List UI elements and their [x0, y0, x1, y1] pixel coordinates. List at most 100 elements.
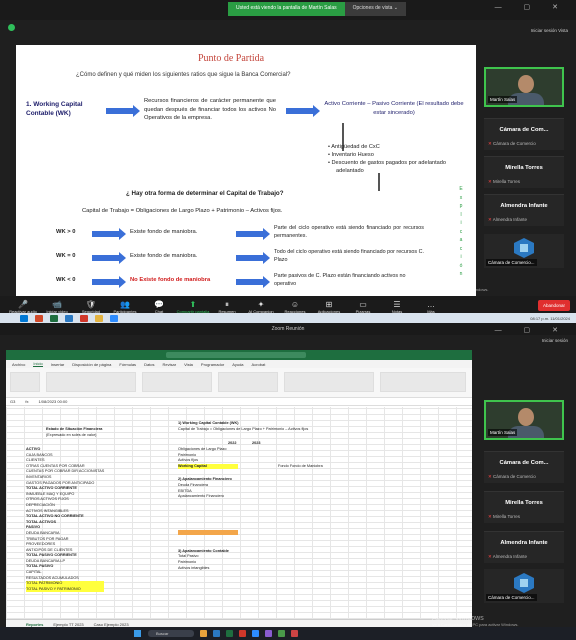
- participant-sub: Almendra Infante: [488, 554, 527, 560]
- ribbon-group[interactable]: [380, 372, 466, 392]
- menu-item[interactable]: Fórmulas: [119, 362, 136, 367]
- security-button[interactable]: 🛡 Seguridad: [74, 300, 108, 314]
- start-video-button[interactable]: 📹 Iniciar video: [40, 300, 74, 314]
- formula-value[interactable]: 1/08/2023 00:00: [38, 399, 67, 404]
- video-tile[interactable]: Martín Salas: [484, 67, 564, 107]
- vertical-caption: Explicación: [459, 186, 463, 277]
- menu-item[interactable]: Revisar: [163, 362, 177, 367]
- window-controls[interactable]: — ▢ ✕: [495, 3, 568, 11]
- title-bar: Usted está viendo la pantalla de Martín …: [0, 0, 576, 20]
- top-links[interactable]: Iniciar sesión: [542, 338, 568, 343]
- top-links[interactable]: Iniciar sesión Vista: [531, 28, 568, 33]
- arrow-icon: [92, 228, 126, 240]
- person-head: [518, 75, 534, 93]
- excel-icon[interactable]: [226, 630, 233, 637]
- zoom-icon[interactable]: [110, 314, 118, 322]
- pause-icon: ⏸: [225, 299, 229, 309]
- more-button[interactable]: … Más: [414, 300, 448, 314]
- participant-sub: Mirella Torres: [488, 514, 520, 520]
- whiteboards-button[interactable]: ▭ Pizarras: [346, 300, 380, 314]
- wk-row-label: WK < 0: [56, 277, 76, 283]
- ribbon-group[interactable]: [218, 372, 278, 392]
- windows-taskbar: 08:17 p.m. 11/01/2024: [0, 313, 576, 323]
- spreadsheet-grid[interactable]: Estado de Situación Financiera (Expresad…: [6, 407, 472, 619]
- edge-icon[interactable]: [213, 630, 220, 637]
- participant-tile[interactable]: Almendra Infante Almendra Infante: [484, 194, 564, 226]
- share-screen-button[interactable]: ⬆ Compartir pantalla: [176, 300, 210, 314]
- ribbon-group[interactable]: [46, 372, 136, 392]
- close-icon[interactable]: ✕: [552, 327, 568, 334]
- chamber-logo-icon: [514, 573, 534, 593]
- menu-item[interactable]: Datos: [144, 362, 154, 367]
- windows-start-icon[interactable]: [20, 314, 28, 322]
- menu-item[interactable]: Programador: [201, 362, 224, 367]
- shield-icon[interactable]: [8, 24, 15, 31]
- word-icon[interactable]: [65, 314, 73, 322]
- share-icon: ⬆: [189, 299, 197, 309]
- arrow-icon: [92, 252, 126, 264]
- participant-tile[interactable]: Cámara de Com... Cámara de Comercio: [484, 451, 564, 483]
- unmute-button[interactable]: 🎤 Reactivar audio: [6, 300, 40, 314]
- windows-start-icon[interactable]: [134, 630, 141, 637]
- slide-question: ¿Cómo definen y qué miden los siguientes…: [76, 72, 291, 78]
- sheet-tab[interactable]: Ejemplo TT 2023: [53, 622, 83, 627]
- menu-item[interactable]: Archivo: [12, 362, 25, 367]
- app-icon[interactable]: [278, 630, 285, 637]
- participant-name: Cámara de Com...: [499, 460, 549, 466]
- view-options-button[interactable]: Opciones de vista ⌄: [344, 2, 406, 16]
- participants-button[interactable]: 👥 Participantes: [108, 300, 142, 314]
- excel-menu: Archivo Inicio Insertar Disposición de p…: [6, 360, 472, 368]
- app-icon[interactable]: [291, 630, 298, 637]
- window-controls[interactable]: — ▢ ✕: [495, 326, 568, 334]
- ratio-labels: Obligaciones de Largo Plazo Patrimonio A…: [178, 447, 238, 571]
- menu-item[interactable]: Disposición de página: [72, 362, 111, 367]
- ribbon-group[interactable]: [284, 372, 374, 392]
- menu-item[interactable]: Inicio: [33, 361, 43, 367]
- logo-tile[interactable]: Cámara de Comercio...: [484, 569, 564, 603]
- powerpoint-icon[interactable]: [239, 630, 246, 637]
- excel-search-box[interactable]: [166, 352, 306, 358]
- logo-tile[interactable]: Cámara de Comercio...: [484, 234, 564, 268]
- powerpoint-icon[interactable]: [80, 314, 88, 322]
- chat-button[interactable]: 💬 Chat: [142, 300, 176, 314]
- participant-sub: Cámara de Comercio: [488, 141, 536, 147]
- app-icon[interactable]: [35, 314, 43, 322]
- folder-icon[interactable]: [200, 630, 207, 637]
- video-tile[interactable]: Martín Salas: [484, 400, 564, 440]
- taskbar-search[interactable]: Buscar: [148, 630, 194, 637]
- folder-icon[interactable]: [95, 314, 103, 322]
- apps-icon: ⊞: [325, 299, 333, 309]
- whiteboard-icon: ▭: [359, 299, 367, 309]
- sheet-tab[interactable]: Reportes: [26, 622, 43, 627]
- fx-icon: fx: [25, 399, 29, 404]
- participant-sub: Mirella Torres: [488, 179, 520, 185]
- close-icon[interactable]: ✕: [552, 4, 568, 11]
- apps-button[interactable]: ⊞ Aplicaciones: [312, 300, 346, 314]
- sheet-tab[interactable]: Caso Ejemplo 2023: [94, 622, 129, 627]
- year-header: 2022: [228, 441, 237, 445]
- summary-button[interactable]: ⏸ Resumen: [210, 300, 244, 314]
- ai-companion-button[interactable]: ✦ AI Companion: [244, 300, 278, 314]
- app-icon[interactable]: [265, 630, 272, 637]
- reactions-button[interactable]: ☺ Reacciones: [278, 300, 312, 314]
- menu-item[interactable]: Insertar: [51, 362, 65, 367]
- zoom-icon[interactable]: [252, 630, 259, 637]
- menu-item[interactable]: Ayuda: [232, 362, 243, 367]
- menu-item[interactable]: Acrobat: [252, 362, 266, 367]
- participant-tile[interactable]: Mirella Torres Mirella Torres: [484, 156, 564, 188]
- leave-button[interactable]: Abandonar: [537, 300, 570, 311]
- menu-item[interactable]: Vista: [184, 362, 193, 367]
- ribbon-group[interactable]: [10, 372, 40, 392]
- cell-reference[interactable]: G3: [10, 399, 15, 404]
- clock: 08:17 p.m. 11/01/2024: [530, 315, 570, 321]
- participant-tile[interactable]: Cámara de Com... Cámara de Comercio: [484, 118, 564, 150]
- participant-tile[interactable]: Almendra Infante Almendra Infante: [484, 531, 564, 563]
- excel-icon[interactable]: [50, 314, 58, 322]
- bullet-item: • Descuento de gastos pagados por adelan…: [328, 160, 446, 166]
- arrow-icon: [106, 105, 140, 117]
- ribbon-group[interactable]: [142, 372, 212, 392]
- smile-icon: ☺: [290, 299, 300, 309]
- participant-tile[interactable]: Mirella Torres Mirella Torres: [484, 491, 564, 523]
- bullet-list: • Antigüedad de CxC • Inventario Hueso •…: [328, 144, 446, 174]
- notes-button[interactable]: ☰ Notas: [380, 300, 414, 314]
